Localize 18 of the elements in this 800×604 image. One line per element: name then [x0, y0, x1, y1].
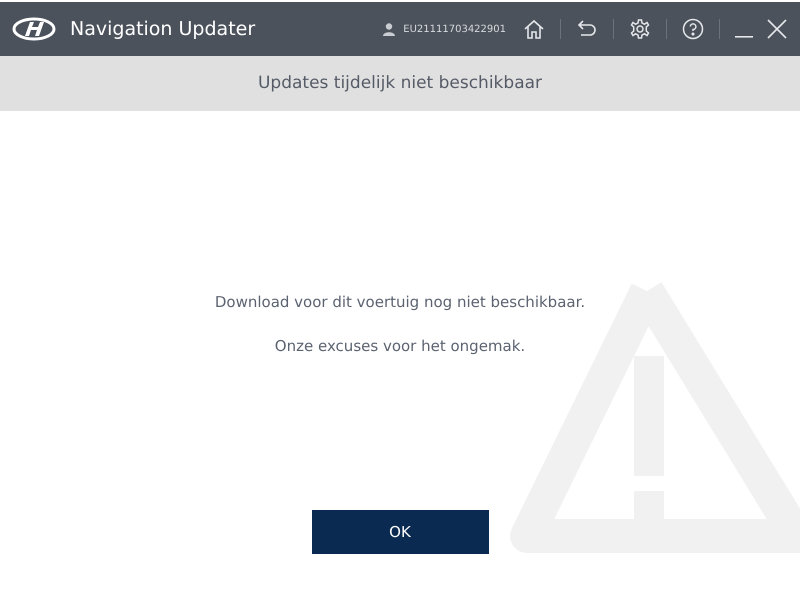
window-title: Navigation Updater [70, 16, 256, 42]
settings-icon [629, 18, 651, 40]
close-button[interactable] [766, 17, 788, 41]
message-text: Download voor dit voertuig nog niet beschikbaar. [214, 292, 586, 313]
help-button[interactable] [681, 17, 705, 41]
user-id: EU21111703422901 [403, 22, 506, 36]
settings-button[interactable] [628, 17, 652, 41]
close-icon [767, 19, 787, 39]
back-icon [577, 19, 597, 39]
user-icon [383, 22, 396, 36]
ok-button[interactable]: OK [312, 510, 488, 554]
home-button[interactable] [522, 17, 546, 41]
header-title: Updates tijdelijk niet beschikbaar [258, 72, 542, 95]
help-icon [682, 18, 704, 40]
minimize-icon [735, 36, 753, 38]
message-text: Onze excuses voor het ongemak. [274, 336, 526, 356]
home-icon [523, 18, 545, 40]
logo-icon [12, 17, 56, 41]
